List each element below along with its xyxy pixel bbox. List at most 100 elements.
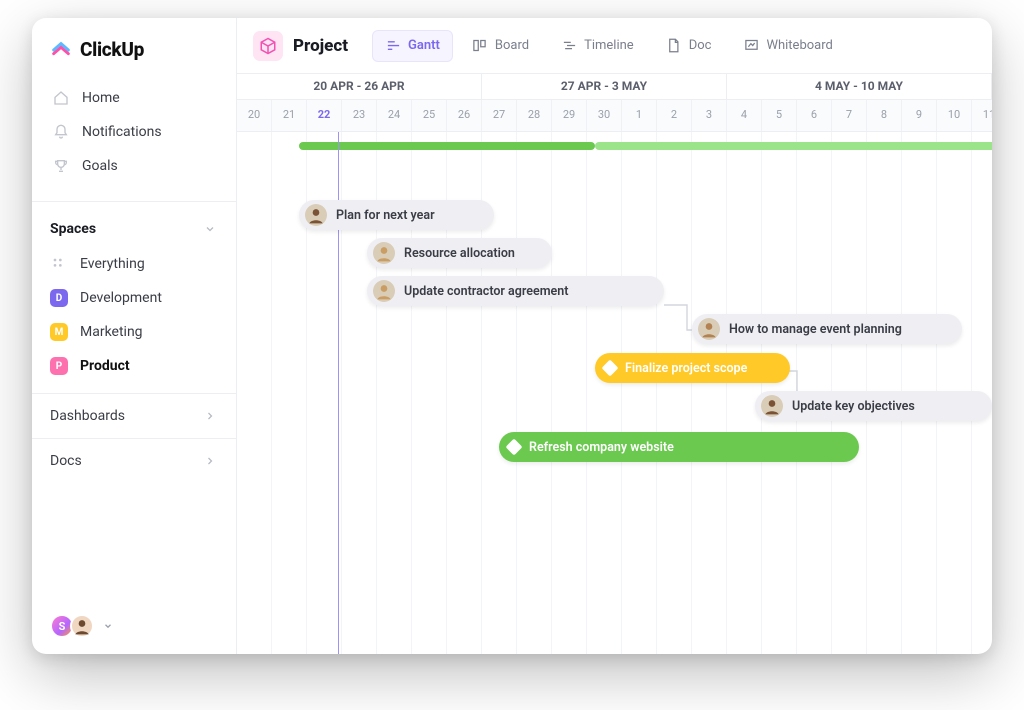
- day-cell: 22: [307, 100, 342, 131]
- day-cell: 26: [447, 100, 482, 131]
- home-icon: [52, 89, 70, 107]
- sidebar-item-label: Dashboards: [50, 408, 125, 424]
- avatar: [698, 318, 720, 340]
- bell-icon: [52, 123, 70, 141]
- brand-logo[interactable]: ClickUp: [32, 34, 236, 79]
- week-header: 20 APR - 26 APR 27 APR - 3 MAY 4 MAY - 1…: [237, 74, 992, 100]
- day-cell: 5: [762, 100, 797, 131]
- nav-label: Notifications: [82, 124, 162, 140]
- spaces-header[interactable]: Spaces: [32, 206, 236, 247]
- avatar: [373, 280, 395, 302]
- tab-doc[interactable]: Doc: [653, 30, 725, 62]
- cube-icon: [253, 31, 283, 61]
- main-panel: Project Gantt Board Timeline Doc: [237, 18, 992, 654]
- task-label: Refresh company website: [529, 440, 674, 455]
- milestone-icon: [506, 439, 523, 456]
- sidebar-item-everything[interactable]: Everything: [32, 247, 236, 281]
- nav-goals[interactable]: Goals: [42, 149, 226, 183]
- day-cell: 30: [587, 100, 622, 131]
- sidebar-item-product[interactable]: P Product: [32, 349, 236, 383]
- spaces-title: Spaces: [50, 221, 96, 237]
- day-cell: 2: [657, 100, 692, 131]
- day-header: 2021222324252627282930123456789101112: [237, 100, 992, 132]
- sidebar-item-label: Marketing: [80, 324, 143, 340]
- task-label: Plan for next year: [336, 208, 435, 223]
- day-cell: 20: [237, 100, 272, 131]
- task-bar[interactable]: Update contractor agreement: [367, 276, 664, 306]
- tab-gantt[interactable]: Gantt: [372, 30, 453, 62]
- day-cell: 29: [552, 100, 587, 131]
- project-chip[interactable]: Project: [253, 31, 348, 61]
- tab-board[interactable]: Board: [459, 30, 542, 62]
- sidebar-item-dashboards[interactable]: Dashboards: [32, 393, 236, 438]
- brand-name: ClickUp: [80, 38, 144, 61]
- task-label: Update contractor agreement: [404, 284, 568, 299]
- sidebar-item-docs[interactable]: Docs: [32, 438, 236, 483]
- avatar: [305, 204, 327, 226]
- day-cell: 21: [272, 100, 307, 131]
- sidebar: ClickUp Home Notifications Goals Spaces …: [32, 18, 237, 654]
- board-icon: [472, 38, 488, 54]
- day-cell: 10: [937, 100, 972, 131]
- doc-icon: [666, 38, 682, 54]
- day-cell: 6: [797, 100, 832, 131]
- gantt-canvas[interactable]: TODAY Plan for next year Resource alloca…: [237, 132, 992, 654]
- day-cell: 7: [832, 100, 867, 131]
- progress-bar-segment: [595, 142, 992, 150]
- timeline-icon: [561, 38, 577, 54]
- chevron-down-icon: [202, 221, 218, 237]
- task-label: Finalize project scope: [625, 361, 747, 376]
- toolbar: Project Gantt Board Timeline Doc: [237, 18, 992, 74]
- milestone-icon: [602, 360, 619, 377]
- tab-label: Doc: [689, 38, 712, 53]
- sidebar-item-marketing[interactable]: M Marketing: [32, 315, 236, 349]
- avatar: [70, 614, 94, 638]
- app-window: { "brand": { "name": "ClickUp" }, "sideb…: [32, 18, 992, 654]
- task-bar[interactable]: How to manage event planning: [692, 314, 962, 344]
- tab-label: Board: [495, 38, 529, 53]
- sidebar-item-development[interactable]: D Development: [32, 281, 236, 315]
- task-bar[interactable]: Finalize project scope: [595, 353, 790, 383]
- nav-label: Goals: [82, 158, 118, 174]
- tab-timeline[interactable]: Timeline: [548, 30, 647, 62]
- task-bar[interactable]: Refresh company website: [499, 432, 859, 462]
- avatar: [373, 242, 395, 264]
- day-cell: 27: [482, 100, 517, 131]
- tab-label: Timeline: [584, 38, 634, 53]
- space-badge: D: [50, 289, 68, 307]
- grid-dots-icon: [50, 255, 68, 273]
- day-cell: 3: [692, 100, 727, 131]
- sidebar-item-label: Everything: [80, 256, 145, 272]
- task-label: How to manage event planning: [729, 322, 902, 337]
- day-cell: 24: [377, 100, 412, 131]
- progress-bar-segment: [299, 142, 595, 150]
- tab-label: Gantt: [408, 38, 440, 53]
- chevron-down-icon: [100, 618, 116, 634]
- sidebar-item-label: Docs: [50, 453, 82, 469]
- tab-label: Whiteboard: [766, 38, 832, 53]
- sidebar-item-label: Development: [80, 290, 162, 306]
- week-cell: 27 APR - 3 MAY: [482, 74, 727, 99]
- day-cell: 11: [972, 100, 992, 131]
- sidebar-item-label: Product: [80, 358, 130, 374]
- nav-primary: Home Notifications Goals: [32, 79, 236, 197]
- trophy-icon: [52, 157, 70, 175]
- space-badge: P: [50, 357, 68, 375]
- task-bar[interactable]: Plan for next year: [299, 200, 494, 230]
- page-title: Project: [293, 36, 348, 56]
- tab-whiteboard[interactable]: Whiteboard: [730, 30, 845, 62]
- nav-notifications[interactable]: Notifications: [42, 115, 226, 149]
- day-cell: 9: [902, 100, 937, 131]
- day-cell: 4: [727, 100, 762, 131]
- week-cell: 4 MAY - 10 MAY: [727, 74, 992, 99]
- task-bar[interactable]: Resource allocation: [367, 238, 552, 268]
- day-cell: 8: [867, 100, 902, 131]
- user-switcher[interactable]: S: [32, 598, 236, 654]
- nav-home[interactable]: Home: [42, 81, 226, 115]
- task-bar[interactable]: Update key objectives: [755, 391, 992, 421]
- whiteboard-icon: [743, 38, 759, 54]
- day-cell: 25: [412, 100, 447, 131]
- day-cell: 1: [622, 100, 657, 131]
- chevron-right-icon: [202, 453, 218, 469]
- chevron-right-icon: [202, 408, 218, 424]
